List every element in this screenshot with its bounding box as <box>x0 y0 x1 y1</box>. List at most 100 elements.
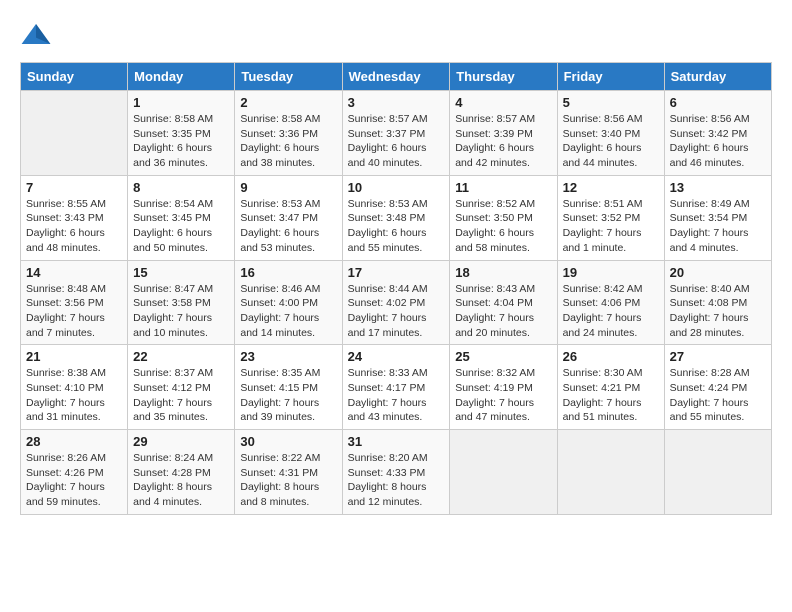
calendar-header: SundayMondayTuesdayWednesdayThursdayFrid… <box>21 63 772 91</box>
day-info: Sunrise: 8:55 AMSunset: 3:43 PMDaylight:… <box>26 197 122 256</box>
day-info: Sunrise: 8:49 AMSunset: 3:54 PMDaylight:… <box>670 197 766 256</box>
calendar-cell: 20 Sunrise: 8:40 AMSunset: 4:08 PMDayligh… <box>664 260 771 345</box>
day-number: 28 <box>26 434 122 449</box>
calendar-cell: 1 Sunrise: 8:58 AMSunset: 3:35 PMDaylight… <box>128 91 235 176</box>
day-info: Sunrise: 8:26 AMSunset: 4:26 PMDaylight:… <box>26 451 122 510</box>
calendar-body: 1 Sunrise: 8:58 AMSunset: 3:35 PMDaylight… <box>21 91 772 515</box>
calendar-cell: 5 Sunrise: 8:56 AMSunset: 3:40 PMDaylight… <box>557 91 664 176</box>
day-info: Sunrise: 8:33 AMSunset: 4:17 PMDaylight:… <box>348 366 445 425</box>
day-info: Sunrise: 8:35 AMSunset: 4:15 PMDaylight:… <box>240 366 336 425</box>
calendar-cell: 14Sunrise: 8:48 AMSunset: 3:56 PMDayligh… <box>21 260 128 345</box>
day-info: Sunrise: 8:53 AMSunset: 3:47 PMDaylight:… <box>240 197 336 256</box>
weekday-header-sunday: Sunday <box>21 63 128 91</box>
day-info: Sunrise: 8:52 AMSunset: 3:50 PMDaylight:… <box>455 197 551 256</box>
day-number: 29 <box>133 434 229 449</box>
calendar-cell: 11 Sunrise: 8:52 AMSunset: 3:50 PMDayligh… <box>450 175 557 260</box>
day-info: Sunrise: 8:30 AMSunset: 4:21 PMDaylight:… <box>563 366 659 425</box>
calendar-cell: 17Sunrise: 8:44 AMSunset: 4:02 PMDayligh… <box>342 260 450 345</box>
day-number: 5 <box>563 95 659 110</box>
day-info: Sunrise: 8:38 AMSunset: 4:10 PMDaylight:… <box>26 366 122 425</box>
calendar-cell: 18Sunrise: 8:43 AMSunset: 4:04 PMDayligh… <box>450 260 557 345</box>
day-number: 23 <box>240 349 336 364</box>
day-number: 27 <box>670 349 766 364</box>
day-number: 19 <box>563 265 659 280</box>
weekday-header-tuesday: Tuesday <box>235 63 342 91</box>
day-info: Sunrise: 8:51 AMSunset: 3:52 PMDaylight:… <box>563 197 659 256</box>
weekday-header-wednesday: Wednesday <box>342 63 450 91</box>
day-info: Sunrise: 8:56 AMSunset: 3:40 PMDaylight:… <box>563 112 659 171</box>
calendar-cell: 8 Sunrise: 8:54 AMSunset: 3:45 PMDaylight… <box>128 175 235 260</box>
calendar-cell: 10Sunrise: 8:53 AMSunset: 3:48 PMDayligh… <box>342 175 450 260</box>
day-info: Sunrise: 8:57 AMSunset: 3:39 PMDaylight:… <box>455 112 551 171</box>
day-info: Sunrise: 8:54 AMSunset: 3:45 PMDaylight:… <box>133 197 229 256</box>
day-info: Sunrise: 8:58 AMSunset: 3:36 PMDaylight:… <box>240 112 336 171</box>
day-number: 22 <box>133 349 229 364</box>
calendar-week-4: 28 Sunrise: 8:26 AMSunset: 4:26 PMDayligh… <box>21 430 772 515</box>
day-number: 13 <box>670 180 766 195</box>
calendar-table: SundayMondayTuesdayWednesdayThursdayFrid… <box>20 62 772 515</box>
calendar-cell: 28 Sunrise: 8:26 AMSunset: 4:26 PMDayligh… <box>21 430 128 515</box>
day-info: Sunrise: 8:48 AMSunset: 3:56 PMDaylight:… <box>26 282 122 341</box>
day-info: Sunrise: 8:24 AMSunset: 4:28 PMDaylight:… <box>133 451 229 510</box>
weekday-header-thursday: Thursday <box>450 63 557 91</box>
calendar-cell <box>21 91 128 176</box>
day-number: 26 <box>563 349 659 364</box>
calendar-week-0: 1 Sunrise: 8:58 AMSunset: 3:35 PMDaylight… <box>21 91 772 176</box>
day-number: 24 <box>348 349 445 364</box>
day-number: 11 <box>455 180 551 195</box>
calendar-cell: 24 Sunrise: 8:33 AMSunset: 4:17 PMDayligh… <box>342 345 450 430</box>
day-info: Sunrise: 8:40 AMSunset: 4:08 PMDaylight:… <box>670 282 766 341</box>
calendar-cell: 23 Sunrise: 8:35 AMSunset: 4:15 PMDayligh… <box>235 345 342 430</box>
day-info: Sunrise: 8:44 AMSunset: 4:02 PMDaylight:… <box>348 282 445 341</box>
calendar-cell: 7 Sunrise: 8:55 AMSunset: 3:43 PMDaylight… <box>21 175 128 260</box>
weekday-header-row: SundayMondayTuesdayWednesdayThursdayFrid… <box>21 63 772 91</box>
day-info: Sunrise: 8:20 AMSunset: 4:33 PMDaylight:… <box>348 451 445 510</box>
calendar-cell <box>450 430 557 515</box>
calendar-week-3: 21 Sunrise: 8:38 AMSunset: 4:10 PMDayligh… <box>21 345 772 430</box>
day-info: Sunrise: 8:28 AMSunset: 4:24 PMDaylight:… <box>670 366 766 425</box>
day-number: 6 <box>670 95 766 110</box>
day-info: Sunrise: 8:46 AMSunset: 4:00 PMDaylight:… <box>240 282 336 341</box>
day-number: 2 <box>240 95 336 110</box>
calendar-week-2: 14Sunrise: 8:48 AMSunset: 3:56 PMDayligh… <box>21 260 772 345</box>
day-number: 30 <box>240 434 336 449</box>
day-number: 1 <box>133 95 229 110</box>
day-info: Sunrise: 8:58 AMSunset: 3:35 PMDaylight:… <box>133 112 229 171</box>
calendar-cell: 4 Sunrise: 8:57 AMSunset: 3:39 PMDaylight… <box>450 91 557 176</box>
day-number: 25 <box>455 349 551 364</box>
day-number: 20 <box>670 265 766 280</box>
calendar-cell: 31 Sunrise: 8:20 AMSunset: 4:33 PMDayligh… <box>342 430 450 515</box>
calendar-cell: 3Sunrise: 8:57 AMSunset: 3:37 PMDaylight… <box>342 91 450 176</box>
weekday-header-saturday: Saturday <box>664 63 771 91</box>
day-number: 8 <box>133 180 229 195</box>
day-number: 31 <box>348 434 445 449</box>
day-number: 3 <box>348 95 445 110</box>
weekday-header-friday: Friday <box>557 63 664 91</box>
calendar-cell: 21 Sunrise: 8:38 AMSunset: 4:10 PMDayligh… <box>21 345 128 430</box>
day-number: 12 <box>563 180 659 195</box>
logo-icon <box>20 20 52 52</box>
day-number: 21 <box>26 349 122 364</box>
day-number: 18 <box>455 265 551 280</box>
calendar-cell: 9Sunrise: 8:53 AMSunset: 3:47 PMDaylight… <box>235 175 342 260</box>
day-info: Sunrise: 8:32 AMSunset: 4:19 PMDaylight:… <box>455 366 551 425</box>
day-number: 7 <box>26 180 122 195</box>
calendar-cell: 2 Sunrise: 8:58 AMSunset: 3:36 PMDaylight… <box>235 91 342 176</box>
logo <box>20 20 56 52</box>
calendar-cell: 26 Sunrise: 8:30 AMSunset: 4:21 PMDayligh… <box>557 345 664 430</box>
calendar-cell: 16 Sunrise: 8:46 AMSunset: 4:00 PMDayligh… <box>235 260 342 345</box>
calendar-cell <box>557 430 664 515</box>
day-number: 4 <box>455 95 551 110</box>
day-number: 16 <box>240 265 336 280</box>
calendar-cell: 6 Sunrise: 8:56 AMSunset: 3:42 PMDaylight… <box>664 91 771 176</box>
day-info: Sunrise: 8:47 AMSunset: 3:58 PMDaylight:… <box>133 282 229 341</box>
calendar-cell: 22Sunrise: 8:37 AMSunset: 4:12 PMDayligh… <box>128 345 235 430</box>
day-info: Sunrise: 8:22 AMSunset: 4:31 PMDaylight:… <box>240 451 336 510</box>
day-number: 15 <box>133 265 229 280</box>
day-info: Sunrise: 8:56 AMSunset: 3:42 PMDaylight:… <box>670 112 766 171</box>
calendar-cell: 15 Sunrise: 8:47 AMSunset: 3:58 PMDayligh… <box>128 260 235 345</box>
calendar-cell: 29 Sunrise: 8:24 AMSunset: 4:28 PMDayligh… <box>128 430 235 515</box>
calendar-cell: 13 Sunrise: 8:49 AMSunset: 3:54 PMDayligh… <box>664 175 771 260</box>
calendar-cell <box>664 430 771 515</box>
day-info: Sunrise: 8:53 AMSunset: 3:48 PMDaylight:… <box>348 197 445 256</box>
